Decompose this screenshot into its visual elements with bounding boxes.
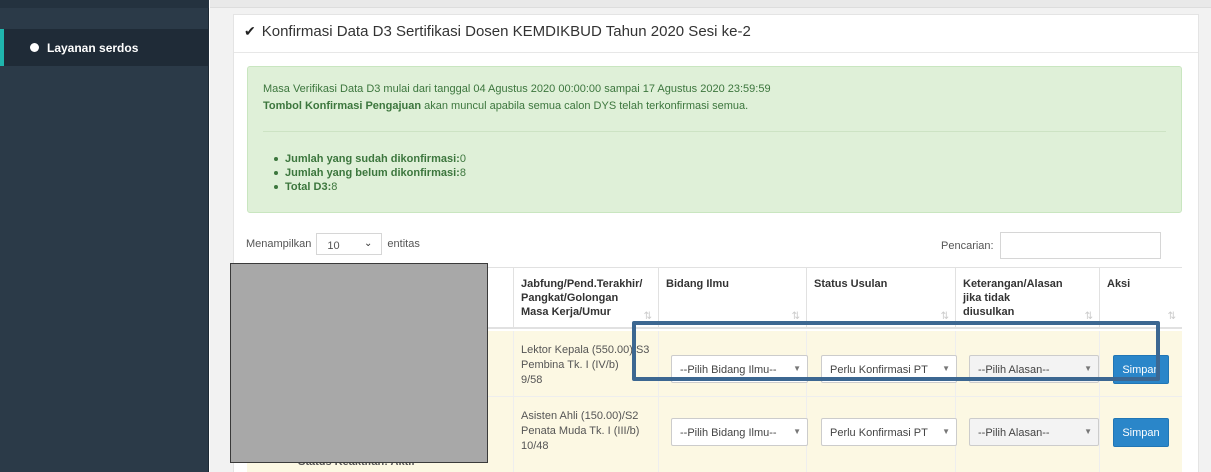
page-length-select[interactable]: 10 ⌄: [316, 233, 383, 255]
simpan-button[interactable]: Simpan: [1113, 418, 1169, 447]
status-usulan-select[interactable]: Perlu Konfirmasi PT ▼: [821, 418, 957, 446]
page-length-prefix: Menampilkan: [246, 238, 312, 250]
search-label: Pencarian:: [941, 239, 994, 252]
info-alert: Masa Verifikasi Data D3 mulai dari tangg…: [247, 66, 1182, 213]
list-item: Total D3: 8: [274, 180, 466, 194]
list-item: Jumlah yang belum dikonfirmasi: 8: [274, 166, 466, 180]
column-header-status-usulan[interactable]: Status Usulan ⇅: [806, 268, 955, 328]
search-input[interactable]: [999, 232, 1161, 259]
page-length-suffix: entitas: [387, 238, 420, 250]
chevron-down-icon: ▼: [942, 427, 950, 436]
sidebar-item-layanan-serdos[interactable]: Layanan serdos: [0, 29, 209, 66]
panel-title: ✔ Konfirmasi Data D3 Sertifikasi Dosen K…: [244, 23, 751, 40]
alert-confirm-note-rest: akan muncul apabila semua calon DYS tela…: [421, 100, 749, 112]
alert-confirm-note: Tombol Konfirmasi Pengajuan akan muncul …: [263, 100, 748, 112]
sort-icon: ⇅: [1167, 311, 1176, 322]
title-divider: [234, 52, 1198, 53]
page-length-control: Menampilkan 10 ⌄ entitas: [246, 233, 420, 255]
list-item: Jumlah yang sudah dikonfirmasi: 0: [274, 152, 466, 166]
page-length-value: 10: [327, 240, 340, 252]
panel-title-text: Konfirmasi Data D3 Sertifikasi Dosen KEM…: [261, 23, 751, 40]
chevron-down-icon: ▼: [793, 427, 801, 436]
jabfung-info: Asisten Ahli (150.00)/S2 Penata Muda Tk.…: [521, 410, 640, 452]
alert-confirm-note-bold: Tombol Konfirmasi Pengajuan: [263, 100, 422, 112]
alasan-select[interactable]: --Pilih Alasan-- ▼: [969, 418, 1099, 446]
annotation-highlight-box: [632, 321, 1160, 381]
sidebar: Layanan serdos: [0, 0, 209, 472]
chevron-down-icon: ▼: [1084, 427, 1092, 436]
sidebar-item-label: Layanan serdos: [47, 40, 139, 55]
redacted-area: [230, 263, 488, 463]
alert-divider: [263, 131, 1166, 132]
check-icon: ✔: [244, 23, 256, 39]
column-header-keterangan[interactable]: Keterangan/Alasan jika tidak diusulkan ⇅: [955, 268, 1099, 328]
column-header-bidang-ilmu[interactable]: Bidang Ilmu ⇅: [658, 268, 806, 328]
chevron-down-icon: ⌄: [364, 238, 373, 249]
sidebar-top-strip: [0, 0, 209, 8]
table-search: Pencarian:: [941, 232, 1161, 259]
column-header-aksi[interactable]: Aksi ⇅: [1099, 268, 1182, 328]
column-header-jabfung[interactable]: Jabfung/Pend.Terakhir/ Pangkat/Golongan …: [513, 268, 658, 328]
alert-verification-period: Masa Verifikasi Data D3 mulai dari tangg…: [263, 83, 771, 95]
jabfung-info: Lektor Kepala (550.00)/S3 Pembina Tk. I …: [521, 344, 650, 386]
alert-stats-list: Jumlah yang sudah dikonfirmasi: 0 Jumlah…: [274, 152, 466, 194]
top-strip: [210, 0, 1211, 8]
bidang-ilmu-select[interactable]: --Pilih Bidang Ilmu-- ▼: [671, 418, 808, 446]
circle-icon: [30, 43, 39, 52]
